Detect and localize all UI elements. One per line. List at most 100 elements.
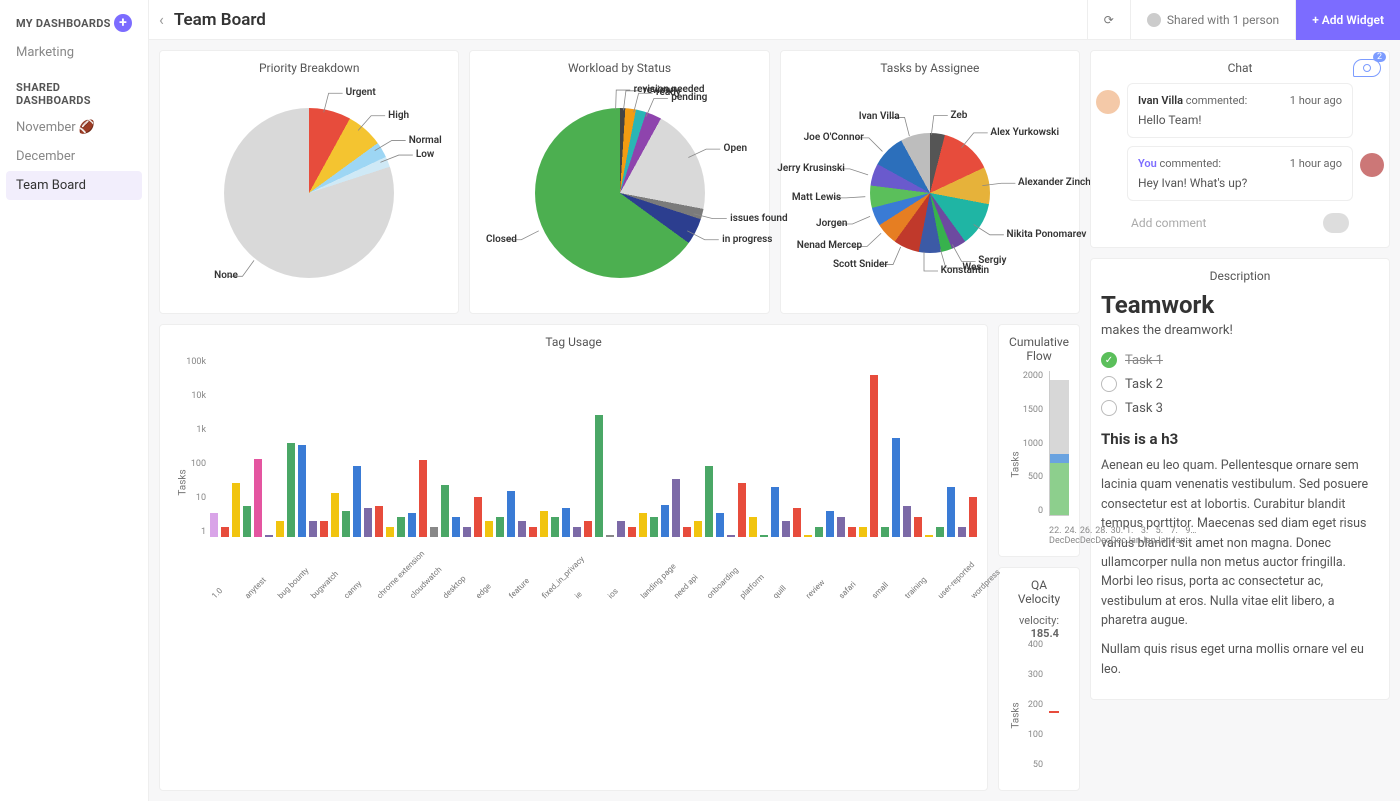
bar xyxy=(265,535,273,537)
pie-chart xyxy=(870,133,990,253)
bar xyxy=(903,506,911,537)
widget-title: Tag Usage xyxy=(170,335,977,349)
widget-title: Chat xyxy=(1127,61,1353,75)
bar xyxy=(210,513,218,537)
shared-dashboards-heading: SHARED DASHBOARDS xyxy=(16,81,132,107)
shared-with-button[interactable]: Shared with 1 person xyxy=(1130,0,1295,40)
task-row[interactable]: ✓ Task 1 xyxy=(1101,352,1379,368)
cumulative-flow-widget: Cumulative Flow Tasks 2000150010005000 2… xyxy=(998,324,1080,557)
page-title: Team Board xyxy=(174,10,1087,30)
chart-label: in progress xyxy=(722,234,772,245)
bar xyxy=(309,521,317,537)
pie-chart xyxy=(224,108,394,278)
bar xyxy=(562,508,570,537)
sidebar-item[interactable]: Team Board xyxy=(6,171,142,200)
watchers-badge[interactable]: 2 xyxy=(1353,59,1381,77)
sidebar-item[interactable]: November 🏈 xyxy=(0,113,148,142)
bar xyxy=(815,527,823,537)
priority-breakdown-widget: Priority Breakdown UrgentHighNormalLowNo… xyxy=(159,50,459,314)
tag-usage-widget: Tag Usage Tasks 100k10k1k100101 1.0anyte… xyxy=(159,324,988,791)
bar xyxy=(419,460,427,537)
workload-by-status-widget: Workload by Status revision neededreview… xyxy=(469,50,769,314)
task-row[interactable]: Task 3 xyxy=(1101,400,1379,416)
sidebar: MY DASHBOARDS + Marketing SHARED DASHBOA… xyxy=(0,0,149,801)
description-subheading: This is a h3 xyxy=(1101,430,1379,448)
bar xyxy=(859,527,867,537)
description-heading: Teamwork xyxy=(1101,291,1379,319)
chart-label: None xyxy=(214,270,238,281)
bar xyxy=(331,493,339,537)
bar xyxy=(551,517,559,537)
avatar xyxy=(1360,153,1384,177)
bar xyxy=(650,517,658,537)
bar xyxy=(397,517,405,537)
back-button[interactable]: ‹ xyxy=(149,10,174,29)
bar xyxy=(320,521,328,537)
add-widget-button[interactable]: + Add Widget xyxy=(1295,0,1400,40)
bar xyxy=(353,466,361,537)
widget-title: Description xyxy=(1101,269,1379,283)
refresh-button[interactable]: ⟳ xyxy=(1087,0,1130,40)
my-dashboards-heading: MY DASHBOARDS xyxy=(16,17,111,30)
bar xyxy=(958,527,966,537)
task-checkbox[interactable] xyxy=(1101,400,1117,416)
task-row[interactable]: Task 2 xyxy=(1101,376,1379,392)
task-label: Task 3 xyxy=(1125,401,1163,416)
pie-chart xyxy=(535,108,705,278)
task-checkbox[interactable]: ✓ xyxy=(1101,352,1117,368)
task-label: Task 1 xyxy=(1125,353,1163,368)
bar xyxy=(386,527,394,537)
chart-label: Open xyxy=(724,143,748,154)
bar xyxy=(870,375,878,537)
chart-label: Ivan Villa xyxy=(859,111,900,122)
chart-label: pending xyxy=(671,92,707,103)
bar xyxy=(254,459,262,537)
velocity-target-line xyxy=(1049,711,1059,713)
eye-icon xyxy=(1363,64,1371,72)
bar xyxy=(430,527,438,537)
bar xyxy=(672,479,680,537)
chat-message: You commented: 1 hour ago Hey Ivan! What… xyxy=(1127,146,1353,201)
bar xyxy=(936,527,944,537)
bar xyxy=(485,521,493,537)
bar xyxy=(243,506,251,537)
bar xyxy=(507,491,515,537)
add-dashboard-button[interactable]: + xyxy=(114,14,132,32)
sidebar-item[interactable]: Marketing xyxy=(0,38,148,67)
widget-title: Priority Breakdown xyxy=(170,61,448,75)
bar xyxy=(529,527,537,537)
area-layer xyxy=(1050,463,1069,515)
bar xyxy=(617,521,625,537)
task-checkbox[interactable] xyxy=(1101,376,1117,392)
bar xyxy=(793,508,801,537)
sidebar-item[interactable]: December xyxy=(0,142,148,171)
add-comment-input[interactable]: Add comment xyxy=(1127,209,1353,237)
bar xyxy=(749,517,757,537)
widget-title: Tasks by Assignee xyxy=(791,61,1069,75)
bar xyxy=(760,535,768,537)
bar xyxy=(925,535,933,537)
bar xyxy=(595,415,603,537)
chart-label: Alex Yurkowski xyxy=(990,127,1059,138)
bar xyxy=(232,483,240,537)
tasks-by-assignee-widget: Tasks by Assignee ZebAlex YurkowskiAlexa… xyxy=(780,50,1080,314)
bar xyxy=(463,527,471,537)
bar xyxy=(837,517,845,537)
bar xyxy=(452,517,460,537)
topbar: ‹ Team Board ⟳ Shared with 1 person + Ad… xyxy=(149,0,1400,40)
refresh-icon: ⟳ xyxy=(1104,13,1114,27)
comment-icon xyxy=(1323,213,1349,233)
bar xyxy=(716,513,724,537)
person-icon xyxy=(1147,13,1161,27)
bar xyxy=(628,527,636,537)
bar xyxy=(441,485,449,537)
bar xyxy=(606,535,614,537)
chat-message: Ivan Villa commented: 1 hour ago Hello T… xyxy=(1127,83,1353,138)
bar xyxy=(287,443,295,537)
chat-widget: 2 Chat Ivan Villa commented: 1 hour ago … xyxy=(1090,50,1390,248)
bar xyxy=(914,517,922,537)
bar xyxy=(364,508,372,537)
chart-label: High xyxy=(388,110,409,121)
avatar xyxy=(1096,90,1120,114)
widget-title: Workload by Status xyxy=(480,61,758,75)
